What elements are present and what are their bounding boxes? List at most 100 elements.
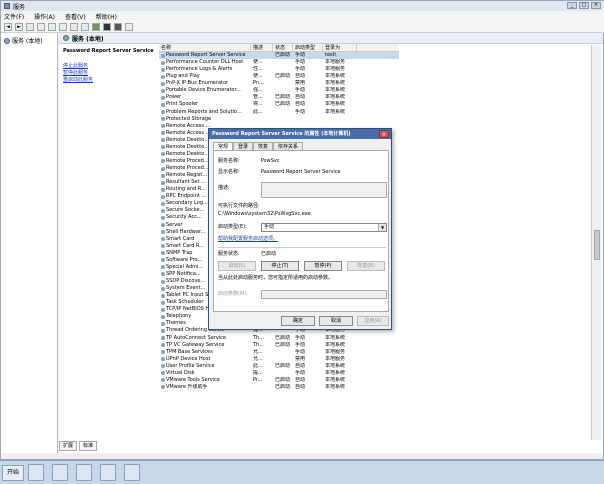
- back-icon[interactable]: ◄: [4, 22, 12, 31]
- menu-file[interactable]: 文件(F): [4, 12, 24, 21]
- menu-action[interactable]: 操作(A): [34, 12, 55, 21]
- service-name-text: User Profile Service: [166, 362, 215, 369]
- restart-service-link[interactable]: 重启动此服务: [63, 77, 155, 84]
- table-row[interactable]: Protected Storage: [159, 116, 399, 123]
- forward-icon[interactable]: ►: [15, 22, 23, 31]
- tree-item-services-local[interactable]: 服务 (本地): [4, 36, 43, 45]
- tab-extended[interactable]: 扩展: [59, 441, 78, 451]
- stop-service-icon[interactable]: [103, 22, 111, 31]
- ok-button[interactable]: 确定: [281, 316, 315, 326]
- service-name-label: 服务名称:: [218, 158, 240, 164]
- apply-button[interactable]: 应用(A): [357, 316, 389, 326]
- start-service-icon[interactable]: [92, 22, 100, 31]
- cancel-button[interactable]: 取消: [319, 316, 353, 326]
- column-logon-as[interactable]: 登录为: [323, 44, 357, 51]
- pause-button[interactable]: 暂停(P): [304, 261, 342, 271]
- export-icon[interactable]: [59, 22, 67, 31]
- gear-icon: [161, 102, 165, 107]
- service-status-cell: 已启动: [275, 52, 291, 58]
- explorer-icon[interactable]: [76, 464, 92, 481]
- restart-service-icon[interactable]: [125, 22, 133, 31]
- service-logon-cell: 本地系统: [325, 94, 346, 101]
- service-desc-cell: 将...: [253, 101, 263, 108]
- table-row[interactable]: UPnP Device Host 允... 禁用 本地服务: [159, 356, 399, 363]
- tab-standard[interactable]: 标准: [79, 441, 98, 451]
- title-bar: 服务 _ □ ×: [1, 1, 604, 11]
- gear-icon: [161, 272, 165, 277]
- resume-button[interactable]: 恢复(R): [347, 261, 385, 271]
- help-configure-link[interactable]: 帮助我配置服务启动选项。: [218, 236, 278, 243]
- table-row[interactable]: Problem Reports and Solutio... 此... 手动 本地系统: [159, 109, 399, 116]
- table-row[interactable]: User Profile Service 此... 已启动 自动 本地系统: [159, 363, 399, 370]
- scrollbar-thumb[interactable]: [594, 230, 600, 260]
- service-logon-cell: 本地系统: [325, 369, 346, 376]
- exe-path-label: 可执行文件的路径:: [218, 203, 260, 209]
- service-startup-cell: 自动: [295, 101, 306, 108]
- table-row[interactable]: Portable Device Enumerator... 强... 手动 本地系统: [159, 87, 399, 94]
- column-startup-type[interactable]: 启动类型: [293, 44, 323, 51]
- help-icon[interactable]: [70, 22, 78, 31]
- services-taskbar-icon[interactable]: [124, 464, 140, 481]
- table-row[interactable]: TP VC Gateway Service Th... 已启动 手动 本地系统: [159, 342, 399, 349]
- stop-button[interactable]: 停止(T): [261, 261, 299, 271]
- divider: [218, 247, 386, 248]
- powershell-icon[interactable]: [52, 464, 68, 481]
- service-logon-cell: 本地服务: [325, 66, 346, 73]
- table-row[interactable]: VMware 升级助手 已启动 自动 本地系统: [159, 384, 399, 391]
- chevron-down-icon[interactable]: ▼: [378, 224, 386, 231]
- service-status-cell: [273, 116, 293, 123]
- gear-icon: [161, 67, 165, 72]
- up-icon[interactable]: [26, 22, 34, 31]
- menu-help[interactable]: 帮助(H): [96, 12, 117, 21]
- service-status-cell: 已启动: [275, 94, 291, 101]
- table-row[interactable]: Plug and Play 使... 已启动 自动 本地系统: [159, 73, 399, 80]
- maximize-button[interactable]: □: [579, 2, 589, 9]
- table-row[interactable]: Virtual Disk 提... 手动 本地系统: [159, 370, 399, 377]
- folder-icon[interactable]: [100, 464, 116, 481]
- service-name-text: Power: [166, 94, 182, 101]
- service-startup-cell: 自动: [295, 73, 306, 80]
- start-button-taskbar[interactable]: 开始: [2, 465, 24, 481]
- gear-icon: [161, 180, 165, 185]
- service-name-text: System Event...: [166, 285, 206, 292]
- pause-service-icon[interactable]: [114, 22, 122, 31]
- table-row[interactable]: TP AutoConnect Service Th... 已启动 手动 本地系统: [159, 335, 399, 342]
- table-row[interactable]: PnP-X IP Bus Enumerator Pn... 禁用 本地系统: [159, 80, 399, 87]
- close-button[interactable]: ×: [591, 2, 601, 9]
- table-row[interactable]: Performance Counter DLL Host 使... 手动 本地服务: [159, 59, 399, 66]
- column-description[interactable]: 描述: [251, 44, 273, 51]
- start-button[interactable]: 启动(S): [218, 261, 256, 271]
- server-manager-icon[interactable]: [28, 464, 44, 481]
- menu-view[interactable]: 查看(V): [65, 12, 86, 21]
- column-status[interactable]: 状态: [273, 44, 293, 51]
- pause-service-link[interactable]: 暂停此服务: [63, 70, 155, 77]
- service-name-text: Secure Socke...: [166, 207, 205, 214]
- table-row[interactable]: TPM Base Services 允... 手动 本地服务: [159, 349, 399, 356]
- service-name-text: Telephony: [166, 313, 192, 320]
- table-row[interactable]: Password Report Server Service 已启动 手动 test\: [159, 52, 399, 60]
- service-name-text: Protected Storage: [166, 115, 212, 122]
- service-name-cell: Plug and Play: [159, 73, 251, 80]
- start-params-input[interactable]: [261, 290, 387, 299]
- column-name[interactable]: 名称: [159, 44, 251, 51]
- service-startup-cell: 禁用: [295, 355, 306, 362]
- properties-icon[interactable]: [81, 22, 89, 31]
- gear-icon: [161, 138, 165, 143]
- service-name-cell: TP AutoConnect Service: [159, 335, 251, 342]
- dialog-close-icon[interactable]: ×: [379, 130, 389, 138]
- table-row[interactable]: Power 管... 已启动 自动 本地系统: [159, 94, 399, 101]
- startup-type-select[interactable]: 手动 ▼: [261, 223, 387, 232]
- table-row[interactable]: Print Spooler 将... 已启动 自动 本地系统: [159, 101, 399, 108]
- service-status-cell: 已启动: [275, 341, 291, 348]
- vertical-scrollbar[interactable]: [591, 45, 601, 440]
- gear-icon: [161, 124, 165, 129]
- table-row[interactable]: Performance Logs & Alerts 性... 手动 本地服务: [159, 66, 399, 73]
- minimize-button[interactable]: _: [567, 2, 577, 9]
- stop-service-link[interactable]: 停止此服务: [63, 63, 155, 70]
- service-status-cell: 已启动: [275, 376, 291, 383]
- refresh-icon[interactable]: [48, 22, 56, 31]
- table-row[interactable]: VMware Tools Service Pr... 已启动 自动 本地系统: [159, 377, 399, 384]
- show-tree-icon[interactable]: [37, 22, 45, 31]
- service-logon-cell: 本地系统: [325, 73, 346, 80]
- service-logon-cell: 本地系统: [325, 80, 346, 87]
